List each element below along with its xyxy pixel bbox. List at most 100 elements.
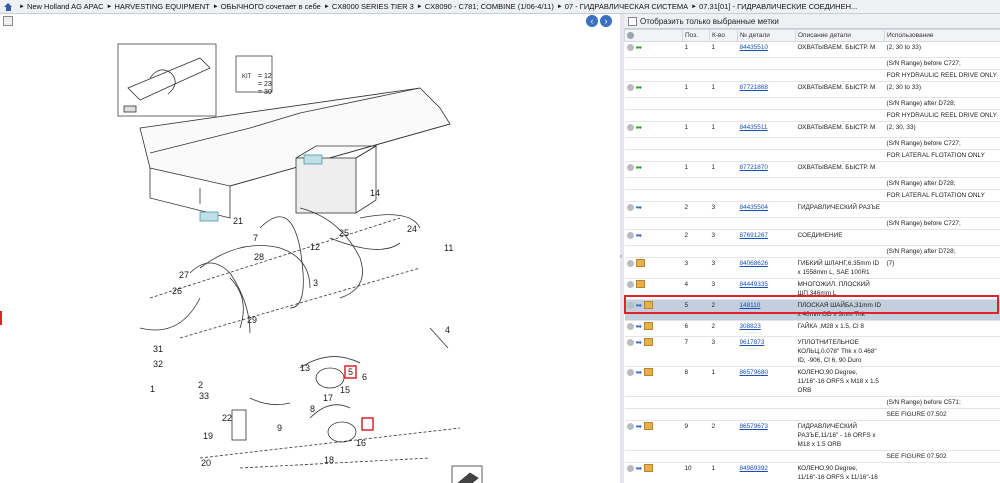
callout-label[interactable]: 17 — [323, 393, 333, 403]
callout-label[interactable]: 7 — [253, 233, 258, 243]
package-icon[interactable] — [643, 368, 653, 377]
callout-label[interactable]: 33 — [199, 391, 209, 401]
part-number-link[interactable]: 84435511 — [740, 124, 768, 131]
callout-label[interactable]: 26 — [172, 286, 182, 296]
column-header[interactable] — [624, 29, 683, 42]
link-arrow-icon[interactable]: ➥ — [636, 368, 644, 376]
breadcrumb-item[interactable]: 07 - ГИДРАВЛИЧЕСКАЯ СИСТЕМА — [565, 2, 688, 11]
callout-label[interactable]: 4 — [445, 325, 450, 335]
table-row[interactable]: (S/N Range) before C571; — [624, 396, 1000, 409]
callout-label[interactable]: 11 — [444, 243, 453, 253]
info-icon[interactable] — [626, 301, 634, 309]
callout-label[interactable]: 24 — [407, 224, 417, 234]
package-icon[interactable] — [635, 259, 645, 268]
cell-part-number[interactable]: 86579673 — [737, 420, 796, 451]
info-icon[interactable] — [626, 322, 634, 330]
callout-label[interactable]: 16 — [356, 438, 366, 448]
part-number-link[interactable]: 9617873 — [740, 339, 765, 346]
home-icon[interactable] — [4, 2, 13, 11]
table-row[interactable]: FOR HYDRAULIC REEL DRIVE ONLY — [624, 109, 1000, 122]
info-icon[interactable] — [626, 422, 634, 430]
part-number-link[interactable]: 86579680 — [740, 369, 768, 376]
callout-label[interactable]: 32 — [153, 359, 163, 369]
cell-part-number[interactable]: 148110 — [737, 299, 796, 321]
callout-label[interactable]: 15 — [340, 385, 350, 395]
part-number-link[interactable]: 84989392 — [740, 465, 768, 472]
package-icon[interactable] — [643, 301, 653, 310]
breadcrumb-item[interactable]: New Holland AG APAC — [27, 2, 104, 11]
callout-label[interactable]: 8 — [310, 404, 315, 414]
table-row[interactable]: SEE FIGURE 07.502 — [624, 450, 1000, 463]
part-number-link[interactable]: 87721868 — [740, 84, 768, 91]
package-icon[interactable] — [643, 464, 653, 473]
cell-part-number[interactable]: 9617873 — [737, 336, 796, 367]
table-row[interactable]: (S/N Range) before C727; — [624, 137, 1000, 150]
table-row[interactable]: (S/N Range) after D728; — [624, 97, 1000, 110]
callout-label[interactable]: 14 — [370, 188, 380, 198]
callout-label[interactable]: 13 — [300, 363, 310, 373]
breadcrumb-item[interactable]: HARVESTING EQUIPMENT — [114, 2, 209, 11]
table-row[interactable]: ➥ 2 3 84435504 ГИДРАВЛИЧЕСКИЙ РАЗЪЕ — [624, 201, 1000, 218]
callout-label[interactable]: 25 — [339, 228, 349, 238]
link-arrow-icon[interactable]: ➥ — [636, 338, 644, 346]
show-selected-checkbox[interactable] — [628, 16, 637, 26]
info-icon[interactable] — [626, 43, 634, 51]
breadcrumb-item[interactable]: CX8000 SERIES TIER 3 — [332, 2, 414, 11]
callout-label[interactable]: 29 — [247, 315, 257, 325]
callout-label[interactable]: 12 — [310, 242, 320, 252]
cell-part-number[interactable]: 84068626 — [737, 257, 796, 279]
replace-arrow-icon[interactable]: ➦ — [636, 83, 644, 91]
settings-icon[interactable] — [627, 31, 634, 39]
info-icon[interactable] — [626, 83, 634, 91]
cell-part-number[interactable]: 84435511 — [737, 121, 796, 138]
table-row[interactable]: FOR HYDRAULIC REEL DRIVE ONLY — [624, 69, 1000, 82]
package-icon[interactable] — [643, 338, 653, 347]
column-header[interactable]: Описание детали — [795, 29, 885, 42]
callout-label[interactable]: 22 — [222, 413, 232, 423]
column-header[interactable]: № детали — [737, 29, 796, 42]
table-row[interactable]: ➥ 6 2 308823 ГАЙКА ,M28 x 1.5, Cl 8 — [624, 320, 1000, 337]
table-row[interactable]: ➥ 8 1 86579680 КОЛЕНО,90 Degree, 11/16"-16 O… — [624, 366, 1000, 397]
column-header[interactable]: Использование — [884, 29, 1000, 42]
info-icon[interactable] — [626, 280, 634, 288]
expand-icon[interactable] — [3, 16, 13, 26]
link-arrow-icon[interactable]: ➥ — [636, 203, 644, 211]
next-page-button[interactable]: › — [600, 15, 612, 27]
part-number-link[interactable]: 84435504 — [740, 204, 768, 211]
cell-part-number[interactable]: 87691267 — [737, 229, 796, 246]
link-arrow-icon[interactable]: ➥ — [636, 231, 644, 239]
cell-part-number[interactable]: 84435504 — [737, 201, 796, 218]
table-row[interactable]: ➦ 1 1 84435510 ОХВАТЫВАЕМ. БЫСТР. М (2, 30 to… — [624, 41, 1000, 58]
replace-arrow-icon[interactable]: ➦ — [636, 43, 644, 51]
prev-page-button[interactable]: ‹ — [586, 15, 598, 27]
breadcrumb-item[interactable]: CX8090 - C781; COMBINE (1/06-4/11) — [425, 2, 554, 11]
part-number-link[interactable]: 148110 — [740, 302, 761, 309]
part-number-link[interactable]: 87691267 — [740, 232, 768, 239]
callout-label[interactable]: 3 — [313, 278, 318, 288]
cell-part-number[interactable]: 84435510 — [737, 41, 796, 58]
part-number-link[interactable]: 308823 — [740, 323, 761, 330]
callout-label[interactable]: 6 — [362, 372, 367, 382]
callout-label[interactable]: 2 — [198, 380, 203, 390]
cell-part-number[interactable]: 87721870 — [737, 161, 796, 178]
part-number-link[interactable]: 84449335 — [740, 281, 768, 288]
cell-part-number[interactable]: 86579680 — [737, 366, 796, 397]
cell-part-number[interactable]: 84989392 — [737, 462, 796, 483]
link-arrow-icon[interactable]: ➥ — [636, 464, 644, 472]
link-arrow-icon[interactable]: ➥ — [636, 422, 644, 430]
part-number-link[interactable]: 84068626 — [740, 260, 768, 267]
table-row[interactable]: ➦ 1 1 84435511 ОХВАТЫВАЕМ. БЫСТР. М (2, 30, 3… — [624, 121, 1000, 138]
callout-label[interactable]: 1 — [150, 384, 155, 394]
table-row[interactable]: ➦ 1 1 87721870 ОХВАТЫВАЕМ. БЫСТР. М — [624, 161, 1000, 178]
exploded-parts-diagram[interactable]: 1 2345 67891112131415161718192021222425262… — [0, 28, 620, 483]
callout-label[interactable]: 20 — [201, 458, 211, 468]
package-icon[interactable] — [643, 422, 653, 431]
callout-label[interactable]: 31 — [153, 344, 163, 354]
table-row[interactable]: ➥ 10 1 84989392 КОЛЕНО,90 Degree, 11/16"-16 … — [624, 462, 1000, 483]
part-number-link[interactable]: 87721870 — [740, 164, 768, 171]
table-row[interactable]: FOR LATERAL FLOTATION ONLY — [624, 149, 1000, 162]
callout-label[interactable]: 21 — [233, 216, 243, 226]
package-icon[interactable] — [635, 280, 645, 289]
table-row[interactable]: (S/N Range) after D728; — [624, 245, 1000, 258]
info-icon[interactable] — [626, 368, 634, 376]
